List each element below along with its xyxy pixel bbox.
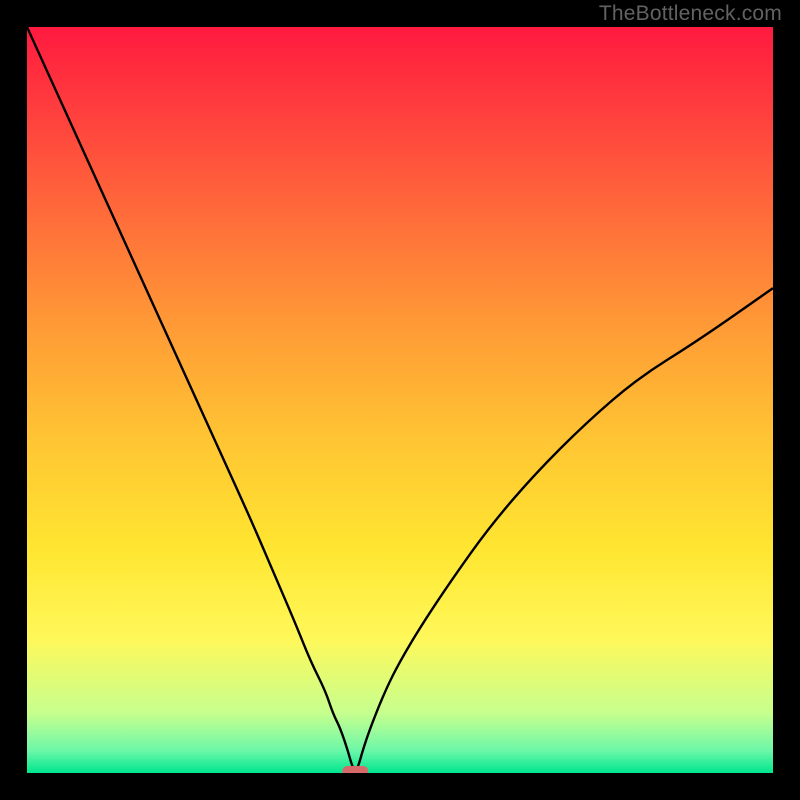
watermark-text: TheBottleneck.com (599, 2, 782, 26)
minimum-marker (342, 766, 368, 773)
bottleneck-chart (27, 27, 773, 773)
plot-area (27, 27, 773, 773)
chart-frame: TheBottleneck.com (0, 0, 800, 800)
